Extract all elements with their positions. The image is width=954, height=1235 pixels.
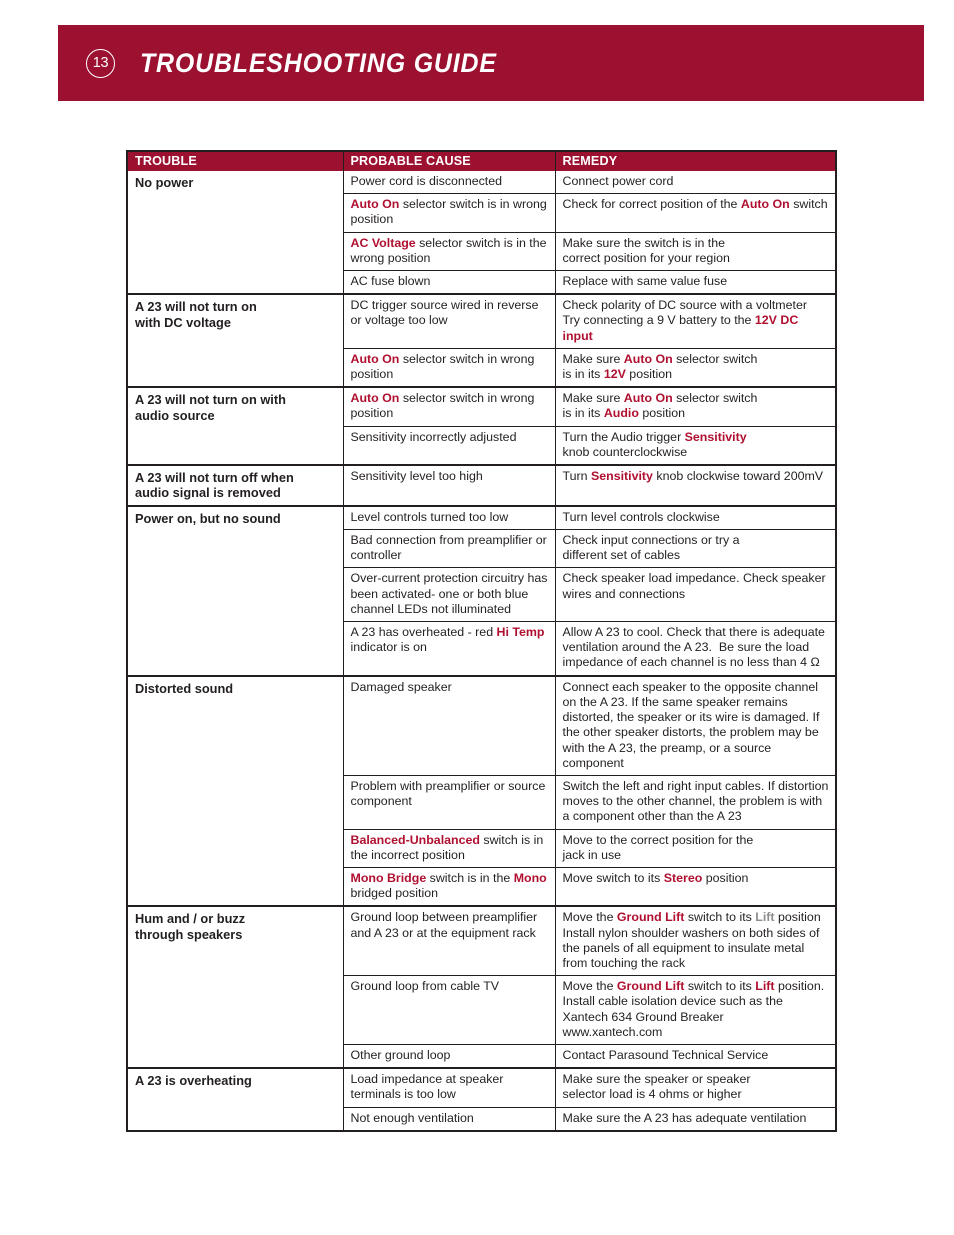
cell-probable-cause: Sensitivity level too high [343, 464, 556, 506]
table-row: Hum and / or buzz through speakers Ground … [128, 905, 835, 1069]
cell-remedy: Make sure the A 23 has adequate ventilat… [555, 1106, 835, 1130]
cell-trouble: A 23 will not turn off when audio signal … [128, 464, 344, 506]
cell-probable-cause: Balanced-Unbalanced switch is in the inc… [343, 828, 556, 868]
cell-probable-cause: Damaged speaker [343, 674, 556, 776]
cell-probable-cause: Bad connection from preamplifier or cont… [343, 529, 556, 568]
table-header: TROUBLE PROBABLE CAUSE REMEDY [128, 152, 835, 171]
cell-probable-cause: Over-current protection circuitry has be… [343, 567, 556, 622]
cell-probable-cause: Not enough ventilation [343, 1106, 556, 1130]
table-row: A 23 will not turn on with audio source Au… [128, 386, 835, 466]
table-header-row: TROUBLE PROBABLE CAUSE REMEDY [128, 152, 835, 171]
cell-remedy: Connect each speaker to the opposite cha… [555, 674, 835, 776]
cell-probable-cause: Mono Bridge switch is in the Mono bridge… [343, 866, 556, 907]
column-header-remedy: REMEDY [555, 152, 835, 171]
page-number-badge: 13 [86, 48, 115, 78]
cell-trouble: Power on, but no sound [128, 504, 344, 676]
cell-remedy: Check polarity of DC source with a voltm… [555, 293, 835, 349]
cell-remedy: Make sure the switch is in the correct po… [555, 231, 835, 271]
cell-remedy: Allow A 23 to cool. Check that there is … [555, 621, 835, 676]
cell-trouble: A 23 will not turn on with DC voltage [128, 293, 344, 388]
cell-probable-cause: Other ground loop [343, 1043, 556, 1069]
troubleshooting-table-wrapper: TROUBLE PROBABLE CAUSE REMEDY No power Po… [126, 150, 837, 1132]
table-row: A 23 will not turn off when audio signal … [128, 464, 835, 506]
cell-probable-cause: Ground loop between preamplifier and A 2… [343, 905, 556, 976]
cell-probable-cause: Auto On selector switch in wrong positio… [343, 347, 556, 388]
cell-probable-cause: Sensitivity incorrectly adjusted [343, 425, 556, 466]
troubleshooting-table: TROUBLE PROBABLE CAUSE REMEDY No power Po… [128, 152, 835, 1130]
cell-remedy: Connect power cord [555, 171, 835, 194]
cell-remedy: Move the Ground Lift switch to its Lift … [555, 975, 835, 1045]
cell-probable-cause: Level controls turned too low [343, 504, 556, 530]
cell-remedy: Turn the Audio trigger Sensitivity knob c… [555, 425, 835, 466]
cell-remedy: Check speaker load impedance. Check spea… [555, 567, 835, 622]
cell-probable-cause: Auto On selector switch is in wrong posi… [343, 193, 556, 233]
cell-remedy: Check input connections or try a differen… [555, 529, 835, 568]
cell-remedy: Contact Parasound Technical Service [555, 1043, 835, 1069]
cell-remedy: Make sure the speaker or speaker selector… [555, 1067, 835, 1108]
cell-probable-cause: Load impedance at speaker terminals is t… [343, 1067, 556, 1108]
table-row: No power Power cord is disconnected Connec… [128, 171, 835, 295]
table-row: Distorted sound Damaged speaker Connect ea… [128, 674, 835, 907]
page-header-banner: 13 TROUBLESHOOTING GUIDE [58, 25, 924, 101]
cell-trouble: Distorted sound [128, 674, 344, 907]
cell-remedy: Make sure Auto On selector switch is in i… [555, 347, 835, 388]
table-row: Power on, but no sound Level controls tur… [128, 504, 835, 676]
cell-remedy: Replace with same value fuse [555, 270, 835, 295]
cell-remedy: Check for correct position of the Auto O… [555, 193, 835, 233]
table-row: A 23 is overheating Load impedance at spe… [128, 1067, 835, 1130]
cell-trouble: No power [128, 171, 344, 295]
table-body: No power Power cord is disconnected Connec… [128, 171, 835, 1130]
cell-remedy: Move to the correct position for the jack… [555, 828, 835, 868]
page: 13 TROUBLESHOOTING GUIDE TROUBLE PROBABL… [0, 0, 954, 1235]
cell-remedy: Move the Ground Lift switch to its Lift … [555, 905, 835, 976]
cell-probable-cause: Power cord is disconnected [343, 171, 556, 194]
cell-probable-cause: Auto On selector switch in wrong positio… [343, 386, 556, 427]
cell-remedy: Move switch to its Stereo position [555, 866, 835, 907]
cell-remedy: Make sure Auto On selector switch is in i… [555, 386, 835, 427]
cell-remedy: Switch the left and right input cables. … [555, 774, 835, 830]
cell-probable-cause: Ground loop from cable TV [343, 975, 556, 1045]
cell-probable-cause: AC Voltage selector switch is in the wro… [343, 231, 556, 271]
cell-probable-cause: AC fuse blown [343, 270, 556, 295]
column-header-trouble: TROUBLE [128, 152, 344, 171]
cell-trouble: Hum and / or buzz through speakers [128, 905, 344, 1069]
cell-trouble: A 23 is overheating [128, 1067, 344, 1130]
cell-remedy: Turn level controls clockwise [555, 504, 835, 530]
cell-trouble: A 23 will not turn on with audio source [128, 386, 344, 466]
cell-probable-cause: Problem with preamplifier or source comp… [343, 774, 556, 830]
cell-probable-cause: A 23 has overheated - red Hi Temp indicat… [343, 621, 556, 676]
cell-probable-cause: DC trigger source wired in reverse or vol… [343, 293, 556, 349]
cell-remedy: Turn Sensitivity knob clockwise toward 2… [555, 464, 835, 506]
page-title: TROUBLESHOOTING GUIDE [140, 47, 497, 78]
column-header-probable-cause: PROBABLE CAUSE [343, 152, 556, 171]
table-row: A 23 will not turn on with DC voltage DC t… [128, 293, 835, 388]
